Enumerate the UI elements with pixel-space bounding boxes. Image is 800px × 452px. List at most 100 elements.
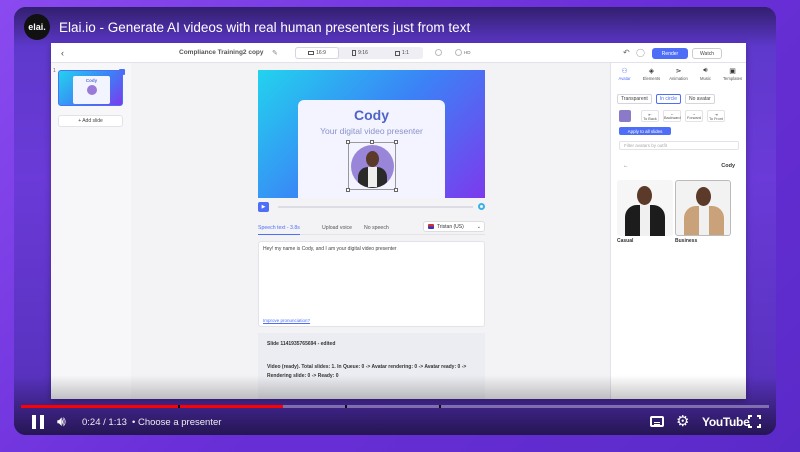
back-arrow-icon[interactable]: ‹ xyxy=(61,48,64,58)
speech-text: Hey! my name is Cody, and I am your digi… xyxy=(263,246,397,252)
chapter-marker xyxy=(439,405,441,408)
thumb-card: Cody xyxy=(73,76,110,104)
outfit-filter-input[interactable]: Filter avatars by outfit xyxy=(619,141,739,150)
duplicate-slide-icon[interactable] xyxy=(119,69,125,75)
tab-templates[interactable]: ▣ Templates xyxy=(719,67,746,85)
voice-select[interactable]: Tristan (US) ⌄ xyxy=(423,221,485,232)
project-title: Compliance Training2 copy xyxy=(179,49,264,56)
progress-bar[interactable] xyxy=(21,405,769,408)
play-slide-button[interactable]: ▶ xyxy=(258,202,269,212)
time-display: 0:24 / 1:13 xyxy=(82,417,127,428)
speaker-icon: 🔊︎ xyxy=(703,67,708,74)
thumb-name: Cody xyxy=(85,78,98,83)
chevron-down-icon: ⌄ xyxy=(476,223,481,230)
volume-icon[interactable]: 🔊︎ xyxy=(57,413,66,430)
canvas-card: Cody Your digital video presenter xyxy=(298,100,445,198)
apply-to-all-slides-button[interactable]: Apply to all slides xyxy=(619,127,671,135)
toggle-subtitles[interactable] xyxy=(435,49,444,56)
tab-no-speech[interactable]: No speech xyxy=(364,225,389,231)
channel-logo[interactable]: elai. xyxy=(24,14,50,40)
video-title-bar: elai. Elai.io - Generate AI videos with … xyxy=(14,7,776,47)
outfit-shirt xyxy=(640,205,650,236)
portrait-icon xyxy=(352,50,357,56)
slide-canvas[interactable]: Cody Your digital video presenter xyxy=(258,70,485,198)
resize-handle[interactable] xyxy=(346,188,350,192)
subtitles-icon[interactable] xyxy=(650,416,664,427)
mode-in-circle[interactable]: In circle xyxy=(655,94,682,104)
recorded-app-screen: ‹ Compliance Training2 copy ✎ 16:9 9:16 … xyxy=(51,43,746,399)
shapes-icon: ◈ xyxy=(648,68,655,75)
chapter-title[interactable]: • Choose a presenter xyxy=(132,417,221,428)
speech-textarea[interactable]: Hey! my name is Cody, and I am your digi… xyxy=(258,241,485,327)
back-arrow-icon[interactable]: ← xyxy=(623,163,629,169)
avatar-head xyxy=(366,151,379,167)
aspect-ratio-group: 16:9 9:16 1:1 xyxy=(295,47,423,59)
redo-icon[interactable]: ◯ xyxy=(636,48,645,57)
edit-pencil-icon[interactable]: ✎ xyxy=(272,49,278,57)
outfit-head xyxy=(637,186,652,205)
slide-number: 1 xyxy=(53,68,56,74)
toggle-hd[interactable]: HD xyxy=(455,49,471,56)
square-icon xyxy=(395,50,401,56)
resize-handle[interactable] xyxy=(394,140,398,144)
position-to-front[interactable]: ⇥ To Front xyxy=(707,110,725,122)
background-color-swatch[interactable] xyxy=(619,110,631,122)
voice-name: Tristan (US) xyxy=(437,223,464,230)
tab-avatar[interactable]: ⚇ Avatar xyxy=(611,67,638,85)
loading-icon xyxy=(478,203,485,210)
outfit-casual-option[interactable] xyxy=(617,180,673,236)
avatar-panel: ⚇ Avatar ◈ Elements ⋗ Animation 🔊︎ Music ▣ Te… xyxy=(610,63,746,399)
timeline-track[interactable] xyxy=(278,206,473,208)
outfit-casual-label: Casual xyxy=(617,238,634,244)
resize-handle[interactable] xyxy=(346,140,350,144)
position-backward[interactable]: ← Backward xyxy=(663,110,681,122)
watch-button[interactable]: Watch xyxy=(692,48,722,59)
gear-icon[interactable]: ⚙ xyxy=(676,412,689,430)
tab-music[interactable]: 🔊︎ Music xyxy=(692,67,719,85)
avatar-mode-row: Transparent In circle No avatar xyxy=(617,94,715,104)
mode-no-avatar[interactable]: No avatar xyxy=(685,94,715,104)
tab-upload-voice[interactable]: Upload voice xyxy=(322,225,352,231)
ratio-9-16[interactable]: 9:16 xyxy=(339,47,381,59)
animation-icon: ⋗ xyxy=(675,68,682,75)
avatar-selection-frame[interactable] xyxy=(346,140,398,192)
youtube-logo[interactable]: YouTube xyxy=(702,415,750,429)
canvas-subtitle[interactable]: Your digital video presenter xyxy=(298,126,445,136)
add-slide-button[interactable]: + Add slide xyxy=(58,115,123,127)
thumb-avatar xyxy=(86,85,97,95)
pause-icon[interactable] xyxy=(32,415,44,429)
ratio-16-9[interactable]: 16:9 xyxy=(295,47,339,59)
video-title[interactable]: Elai.io - Generate AI videos with real h… xyxy=(59,20,470,35)
outfit-head xyxy=(696,187,711,206)
outfit-shirt xyxy=(699,206,709,235)
toggle-dot-icon xyxy=(455,49,462,56)
slides-panel: 1 Cody + Add slide xyxy=(51,63,131,399)
progress-played xyxy=(21,405,283,408)
undo-icon[interactable]: ↶ xyxy=(623,48,630,57)
position-forward[interactable]: → Forward xyxy=(685,110,703,122)
outfit-business-label: Business xyxy=(675,238,698,244)
mode-transparent[interactable]: Transparent xyxy=(617,94,652,104)
improve-pronunciation-link[interactable]: Improve pronunciation? xyxy=(263,318,310,323)
tab-animation[interactable]: ⋗ Animation xyxy=(665,67,692,85)
image-icon: ▣ xyxy=(729,68,736,75)
tab-speech-text[interactable]: Speech text - 3.8s xyxy=(258,225,300,235)
avatar-shirt xyxy=(368,167,377,187)
panel-tabs: ⚇ Avatar ◈ Elements ⋗ Animation 🔊︎ Music ▣ Te… xyxy=(611,67,746,85)
toggle-dot-icon xyxy=(435,49,442,56)
ratio-1-1[interactable]: 1:1 xyxy=(381,47,423,59)
resize-handle[interactable] xyxy=(370,140,374,144)
person-icon: ⚇ xyxy=(621,68,628,75)
canvas-name[interactable]: Cody xyxy=(298,107,445,123)
outfit-business-option[interactable] xyxy=(675,180,731,236)
avatar-name: Cody xyxy=(721,163,735,169)
tab-elements[interactable]: ◈ Elements xyxy=(638,67,665,85)
chapter-marker xyxy=(345,405,347,408)
landscape-icon xyxy=(308,51,315,55)
render-button[interactable]: Render xyxy=(652,48,688,59)
slide-thumbnail[interactable]: Cody xyxy=(58,70,123,106)
fullscreen-icon[interactable] xyxy=(748,415,761,428)
video-player[interactable]: elai. Elai.io - Generate AI videos with … xyxy=(14,7,776,435)
position-to-back[interactable]: ⇤ To Back xyxy=(641,110,659,122)
resize-handle[interactable] xyxy=(394,188,398,192)
